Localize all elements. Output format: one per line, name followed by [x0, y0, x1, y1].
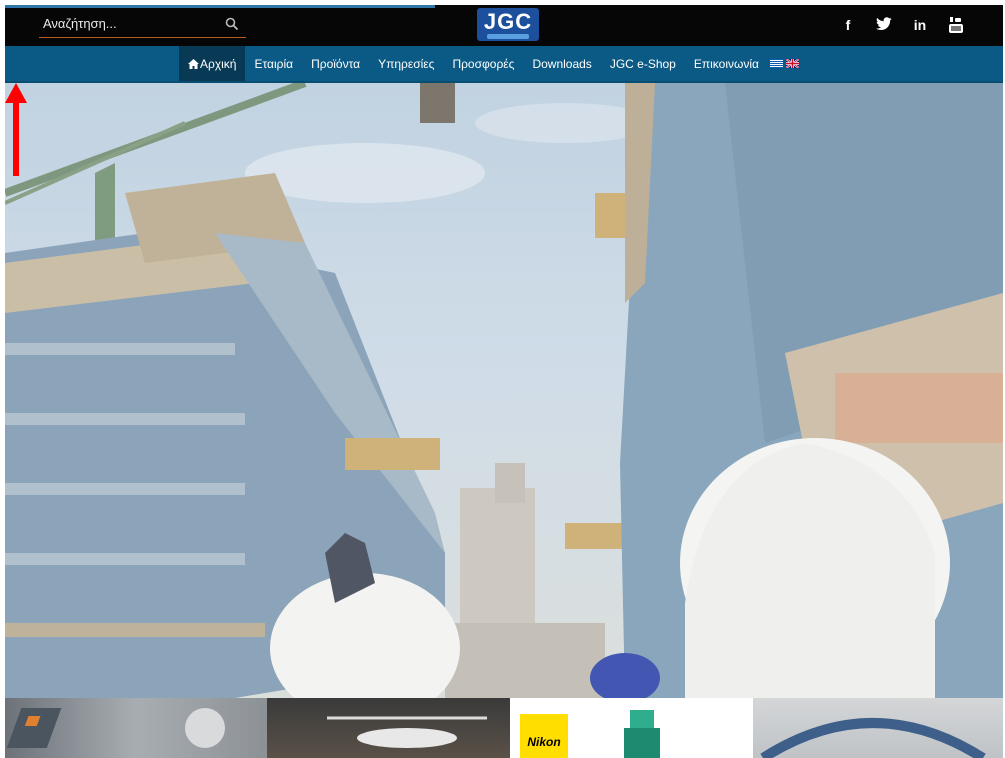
linkedin-icon[interactable]: in — [907, 13, 933, 37]
search-box — [39, 11, 246, 38]
main-nav: Αρχική Εταιρία Προϊόντα Υπηρεσίες Προσφο… — [5, 46, 1003, 83]
jgc-logo[interactable]: JGC — [477, 8, 539, 41]
top-bar: JGC f in — [5, 5, 1003, 46]
top-accent-line — [5, 5, 435, 8]
nav-item-offers[interactable]: Προσφορές — [443, 46, 523, 81]
nav-item-label: Αρχική — [200, 57, 237, 71]
twitter-icon[interactable] — [871, 13, 897, 37]
hero-image — [5, 83, 1003, 698]
nav-item-downloads[interactable]: Downloads — [523, 46, 600, 81]
social-links: f in — [825, 13, 969, 37]
nav-item-label: JGC e-Shop — [609, 57, 676, 71]
construction-scene — [5, 83, 1003, 698]
total-station-thumbnail — [624, 710, 660, 758]
nav-item-label: Προϊόντα — [311, 57, 361, 71]
search-icon[interactable] — [224, 16, 240, 32]
product-strip: Nikon — [5, 698, 1003, 758]
search-input[interactable] — [39, 11, 222, 35]
product-tile-drone[interactable] — [267, 698, 510, 758]
logo-text: JGC — [483, 9, 533, 34]
city-map-thumbnail — [6, 708, 225, 748]
nav-item-label: Υπηρεσίες — [378, 57, 435, 71]
drone-thumbnail — [327, 716, 487, 748]
nav-item-services[interactable]: Υπηρεσίες — [369, 46, 443, 81]
home-icon — [188, 59, 199, 69]
greek-flag-icon[interactable] — [769, 59, 783, 68]
nav-item-eshop[interactable]: JGC e-Shop — [601, 46, 685, 81]
nav-item-label: Επικοινωνία — [693, 57, 759, 71]
youtube-icon[interactable] — [943, 13, 969, 37]
product-tile-nikon[interactable]: Nikon — [510, 698, 753, 758]
product-tile-helmet[interactable] — [753, 698, 1003, 758]
facebook-icon[interactable]: f — [835, 13, 861, 37]
logo-tagline-bar — [487, 34, 529, 39]
nav-menu: Αρχική Εταιρία Προϊόντα Υπηρεσίες Προσφο… — [179, 46, 799, 81]
product-tile-mapping[interactable] — [5, 698, 267, 758]
nav-item-label: Εταιρία — [254, 57, 294, 71]
nav-item-products[interactable]: Προϊόντα — [302, 46, 369, 81]
nav-item-company[interactable]: Εταιρία — [245, 46, 302, 81]
browser-page: JGC f in — [5, 5, 1003, 758]
nav-item-label: Προσφορές — [452, 57, 515, 71]
nav-item-label: Downloads — [532, 57, 592, 71]
nav-item-contact[interactable]: Επικοινωνία — [685, 46, 768, 81]
language-switcher — [769, 46, 799, 81]
helmet-strap-thumbnail — [760, 718, 986, 758]
uk-flag-icon[interactable] — [785, 59, 799, 68]
annotation-arrow-icon — [5, 83, 27, 176]
nav-item-home[interactable]: Αρχική — [179, 46, 246, 81]
